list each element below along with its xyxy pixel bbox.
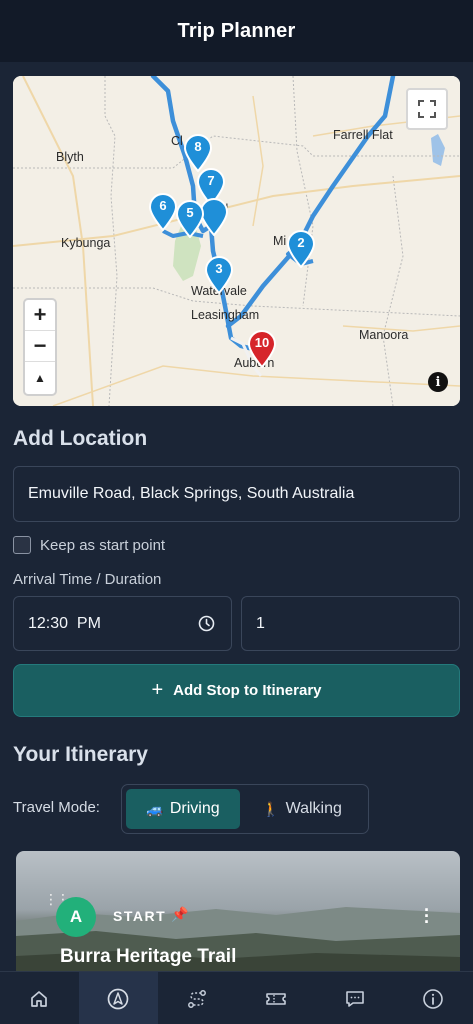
fullscreen-icon <box>418 100 436 118</box>
itinerary-title: Your Itinerary <box>13 743 148 766</box>
pin-label: 2 <box>297 235 305 250</box>
plus-icon: + <box>151 679 164 701</box>
map-pin[interactable]: 8 <box>183 134 213 172</box>
zoom-out-button[interactable]: − <box>25 331 55 362</box>
travel-mode-toggle: 🚙 Driving 🚶 Walking <box>121 784 369 834</box>
clock-icon[interactable] <box>198 615 215 632</box>
map-label: Cl <box>171 134 183 148</box>
arrival-time-value: 12:30 PM <box>28 614 101 632</box>
itinerary-card[interactable]: ⋮⋮ A START 📌 · · · Burra Heritage Trail <box>16 851 460 981</box>
walking-icon: 🚶 <box>262 800 280 817</box>
map-label: Leasingham <box>191 308 260 322</box>
map-label: Blyth <box>56 150 84 164</box>
nav-tickets[interactable] <box>236 972 315 1024</box>
address-input[interactable]: Emuville Road, Black Springs, South Aust… <box>13 466 460 522</box>
nav-route[interactable] <box>158 972 237 1024</box>
map-label: Mi <box>273 234 287 248</box>
route-icon <box>188 989 206 1008</box>
travel-mode-label: Travel Mode: <box>13 799 100 816</box>
more-options-icon[interactable]: · · · <box>424 901 430 931</box>
map-pin[interactable]: 3 <box>204 256 234 294</box>
add-location-title: Add Location <box>13 427 148 450</box>
mode-walking-button[interactable]: 🚶 Walking <box>240 789 364 829</box>
nav-home[interactable] <box>0 972 79 1024</box>
nav-chat[interactable] <box>315 972 394 1024</box>
page-title: Trip Planner <box>177 19 296 42</box>
fullscreen-button[interactable] <box>406 88 448 130</box>
map-info-button[interactable]: i <box>428 372 448 392</box>
map-pin[interactable]: 6 <box>148 193 178 231</box>
map-label: Farrell Flat <box>333 128 393 142</box>
pin-label: 5 <box>186 205 194 220</box>
map-pin[interactable]: 5 <box>175 200 205 238</box>
arrival-time-input[interactable]: 12:30 PM <box>13 596 232 651</box>
nav-info[interactable] <box>394 972 473 1024</box>
route-map[interactable]: Blyth Kybunga Farrell Flat Manoora Water… <box>13 76 460 406</box>
compass-button[interactable]: ▲ <box>25 362 55 393</box>
map-pin-end[interactable]: 10 <box>247 330 277 368</box>
keep-start-label: Keep as start point <box>40 536 166 554</box>
pin-label: 10 <box>254 335 270 350</box>
pushpin-icon: 📌 <box>171 906 189 922</box>
add-stop-button[interactable]: + Add Stop to Itinerary <box>13 664 460 717</box>
zoom-in-button[interactable]: + <box>25 300 55 331</box>
map-label: Manoora <box>359 328 409 342</box>
car-icon: 🚙 <box>146 800 164 817</box>
time-duration-label: Arrival Time / Duration <box>13 571 162 588</box>
duration-input[interactable]: 1 <box>241 596 460 651</box>
pin-label: 8 <box>194 139 202 154</box>
chat-icon <box>345 990 364 1007</box>
pin-label: 6 <box>159 198 167 213</box>
map-label: Kybunga <box>61 236 111 250</box>
stop-name: Burra Heritage Trail <box>60 946 237 967</box>
ticket-icon <box>265 992 286 1005</box>
bottom-navigation <box>0 971 473 1024</box>
navigate-icon <box>107 988 129 1009</box>
app-header: Trip Planner <box>0 0 473 62</box>
zoom-controls: + − ▲ <box>23 298 57 396</box>
mode-walking-label: Walking <box>285 800 342 817</box>
keep-start-row[interactable]: Keep as start point <box>13 536 165 554</box>
pin-label: 3 <box>215 261 223 276</box>
pin-label: 7 <box>207 173 215 188</box>
nav-navigate[interactable] <box>78 972 158 1024</box>
mode-driving-button[interactable]: 🚙 Driving <box>126 789 241 829</box>
keep-start-checkbox[interactable] <box>13 536 31 554</box>
start-tag: START <box>113 908 167 924</box>
mode-driving-label: Driving <box>169 800 220 817</box>
info-icon <box>423 988 444 1009</box>
add-stop-label: Add Stop to Itinerary <box>173 682 322 699</box>
home-icon <box>31 990 48 1007</box>
stop-badge: A <box>56 897 96 937</box>
map-pin[interactable]: 2 <box>286 230 316 268</box>
